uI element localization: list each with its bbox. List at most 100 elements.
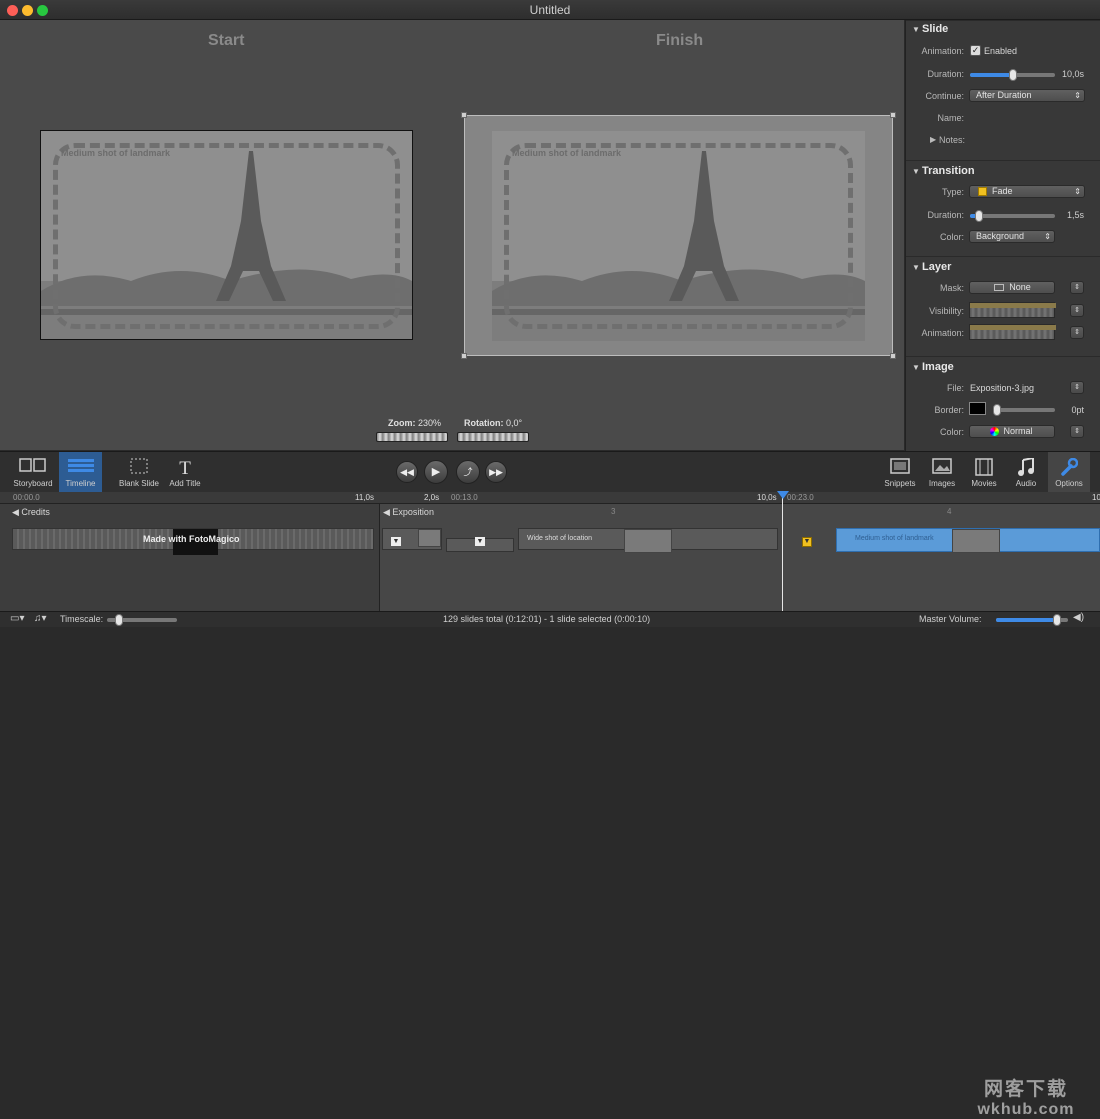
mask-popup[interactable]: None <box>969 281 1055 294</box>
timescale-thumb[interactable] <box>115 614 123 626</box>
disclosure-triangle-icon[interactable]: ▼ <box>912 363 920 372</box>
image-section-title: Image <box>922 361 954 373</box>
image-color-popup[interactable]: Normal <box>969 425 1055 438</box>
slide-duration-slider[interactable] <box>970 69 1055 81</box>
animation-stepper[interactable]: ⇕ <box>1070 326 1084 339</box>
enabled-label: Enabled <box>984 46 1018 56</box>
medium-shot-label: Medium shot of landmark <box>855 535 934 542</box>
blank-slide-button[interactable]: Blank Slide <box>114 452 164 492</box>
finish-frame[interactable]: Medium shot of landmark <box>461 112 896 359</box>
transition-color-popup[interactable]: Background ⇕ <box>969 230 1055 243</box>
rotation-knob[interactable] <box>457 432 529 442</box>
slide-duration-value: 10,0s <box>1061 69 1084 79</box>
mask-stepper[interactable]: ⇕ <box>1070 281 1084 294</box>
music-note-icon[interactable]: ♫▾ <box>34 613 47 624</box>
wide-shot-clip[interactable]: Wide shot of location <box>518 528 778 553</box>
ruler-time-5: 00:23.0 <box>787 493 814 502</box>
exposition-track-label[interactable]: ◀ Exposition <box>383 507 434 518</box>
image-color-stepper[interactable]: ⇕ <box>1070 425 1084 438</box>
options-button[interactable]: Options <box>1048 452 1090 492</box>
fade-icon <box>978 187 987 196</box>
visibility-label: Visibility: <box>929 306 964 316</box>
title-bar: Untitled <box>0 0 1100 20</box>
fade-transition-marker-icon[interactable]: ▼ <box>802 537 812 547</box>
disclosure-triangle-icon[interactable]: ▼ <box>912 263 920 272</box>
disclosure-triangle-icon[interactable]: ▼ <box>912 167 920 176</box>
notes-disclosure-icon[interactable]: ▶ <box>930 135 936 144</box>
placeholder-label-start: Medium shot of landmark <box>61 148 171 158</box>
storyboard-button[interactable]: Storyboard <box>8 452 58 492</box>
timeline-ruler[interactable]: 00:00.0 11,0s 2,0s 00:13.0 10,0s 00:23.0… <box>0 492 1100 504</box>
resize-handle-bottom-right[interactable] <box>890 353 896 359</box>
movies-button[interactable]: Movies <box>964 452 1004 492</box>
master-volume-thumb[interactable] <box>1053 614 1062 626</box>
fast-forward-button[interactable]: ▶▶ <box>485 461 507 483</box>
animation-curve[interactable] <box>969 324 1056 340</box>
master-volume-slider[interactable] <box>996 614 1068 626</box>
transition-duration-thumb[interactable] <box>974 210 983 222</box>
color-wheel-icon <box>990 427 999 436</box>
share-button[interactable]: ⤴ <box>456 460 480 484</box>
display-icon[interactable]: ▭▾ <box>10 613 24 624</box>
snippets-icon <box>890 458 910 474</box>
rewind-button[interactable]: ◀◀ <box>396 461 418 483</box>
rotation-value: 0,0° <box>506 418 523 428</box>
timeline-label: Timeline <box>65 479 96 488</box>
zoom-value: 230% <box>418 418 442 428</box>
start-frame[interactable]: Medium shot of landmark <box>40 130 413 340</box>
snippets-button[interactable]: Snippets <box>880 452 920 492</box>
minimize-window-button[interactable] <box>22 5 33 16</box>
transition-color-label: Color: <box>939 232 964 242</box>
timescale-slider[interactable] <box>107 614 177 626</box>
zoom-readout: Zoom: 230% <box>388 418 441 428</box>
blank-slide-label: Blank Slide <box>118 479 160 488</box>
layer-section: ▼ Layer Mask: None ⇕ Visibility: ⇕ Anima… <box>906 256 1100 356</box>
transition-marker-icon[interactable]: ▼ <box>391 537 401 546</box>
border-color-well[interactable] <box>969 402 986 415</box>
add-title-button[interactable]: T Add Title <box>164 452 206 492</box>
transition-marker-icon[interactable]: ▼ <box>475 537 485 546</box>
name-label: Name: <box>937 113 964 123</box>
animation-label: Animation: <box>921 46 964 56</box>
resize-handle-top-right[interactable] <box>890 112 896 118</box>
wide-shot-label: Wide shot of location <box>527 535 592 542</box>
zoom-window-button[interactable] <box>37 5 48 16</box>
audio-button[interactable]: Audio <box>1006 452 1046 492</box>
medium-shot-clip-selected[interactable]: Medium shot of landmark <box>836 528 1100 553</box>
continue-popup[interactable]: After Duration ⇕ <box>969 89 1085 102</box>
play-button[interactable]: ▶ <box>424 460 448 484</box>
slide-number-4: 4 <box>947 507 952 516</box>
playhead-line[interactable] <box>782 492 783 611</box>
credits-track-label[interactable]: ◀ Credits <box>12 507 50 518</box>
music-note-icon <box>1018 458 1034 476</box>
fast-forward-icon: ▶▶ <box>489 467 503 477</box>
credits-clip[interactable]: Made with FotoMagico <box>12 528 374 555</box>
border-slider[interactable] <box>993 404 1055 416</box>
visibility-stepper[interactable]: ⇕ <box>1070 304 1084 317</box>
watermark-line-1: 网客下载 <box>983 1079 1068 1100</box>
border-thumb[interactable] <box>993 404 1002 416</box>
placeholder-frame-finish <box>504 143 853 329</box>
zoom-label: Zoom: <box>388 418 416 428</box>
transition-duration-slider[interactable] <box>970 210 1055 222</box>
disclosure-triangle-icon[interactable]: ▼ <box>912 25 920 34</box>
close-window-button[interactable] <box>7 5 18 16</box>
images-button[interactable]: Images <box>922 452 962 492</box>
layer-section-title: Layer <box>922 261 952 273</box>
transition-type-popup[interactable]: Fade ⇕ <box>969 185 1085 198</box>
playhead-marker-icon[interactable] <box>777 491 789 499</box>
enabled-checkbox[interactable]: ✓ <box>970 45 981 56</box>
slide-duration-thumb[interactable] <box>1008 69 1017 81</box>
resize-handle-top-left[interactable] <box>461 112 467 118</box>
timeline-button[interactable]: Timeline <box>59 452 102 492</box>
audio-label: Audio <box>1015 479 1037 488</box>
continue-value: After Duration <box>976 90 1032 100</box>
resize-handle-bottom-left[interactable] <box>461 353 467 359</box>
notes-label: Notes: <box>939 135 966 145</box>
slides-summary: 129 slides total (0:12:01) - 1 slide sel… <box>443 614 651 624</box>
zoom-knob[interactable] <box>376 432 448 442</box>
visibility-curve[interactable] <box>969 302 1056 318</box>
file-stepper[interactable]: ⇕ <box>1070 381 1084 394</box>
finish-photo: Medium shot of landmark <box>492 131 865 341</box>
placeholder-frame-start <box>53 143 400 329</box>
